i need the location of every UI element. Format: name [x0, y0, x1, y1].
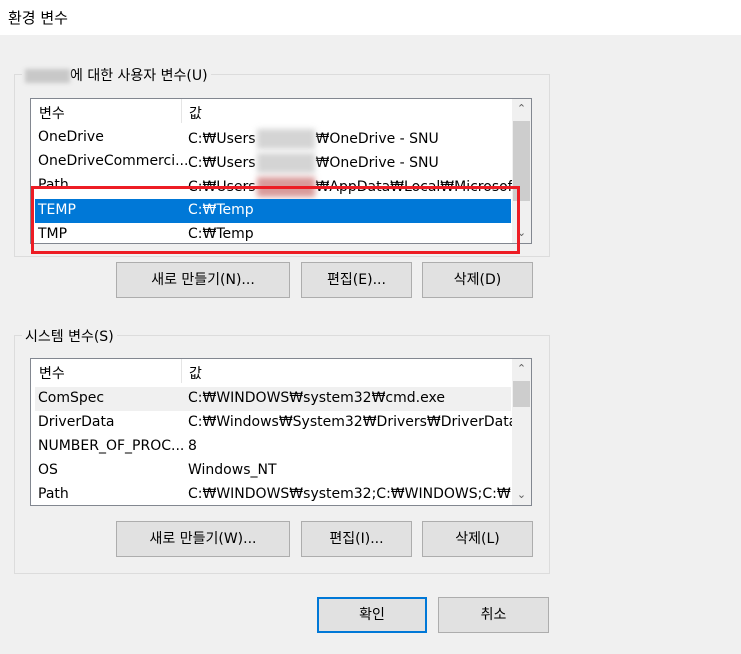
- table-row[interactable]: OneDrive C:₩Users ₩OneDrive - SNU: [35, 126, 511, 150]
- column-header-variable[interactable]: 변수: [39, 103, 65, 123]
- user-variables-list[interactable]: 변수 값 OneDrive C:₩Users ₩OneDrive - SNU One…: [30, 98, 532, 244]
- table-row[interactable]: Path C:₩Users ₩AppData₩Local₩Microsoft...: [35, 174, 531, 198]
- table-row[interactable]: OS Windows_NT: [35, 459, 511, 483]
- table-row[interactable]: ComSpec C:₩WINDOWS₩system32₩cmd.exe: [35, 387, 511, 411]
- table-row[interactable]: NUMBER_OF_PROC... 8: [35, 435, 511, 459]
- blurred-username: [25, 69, 70, 83]
- table-row-selected[interactable]: TEMP C:₩Temp: [35, 199, 511, 223]
- scroll-down-icon[interactable]: ⌄: [512, 485, 531, 505]
- column-header-variable[interactable]: 변수: [39, 363, 65, 383]
- column-header-value[interactable]: 값: [189, 103, 202, 123]
- scrollbar-thumb[interactable]: [513, 381, 530, 407]
- cancel-button[interactable]: 취소: [438, 597, 549, 633]
- user-variables-label: 에 대한 사용자 변수(U): [22, 65, 211, 85]
- system-variables-label: 시스템 변수(S): [22, 326, 117, 346]
- user-edit-button[interactable]: 편집(E)...: [301, 262, 412, 298]
- system-edit-button[interactable]: 편집(I)...: [301, 521, 412, 557]
- table-row[interactable]: TMP C:₩Temp: [35, 223, 511, 243]
- table-row[interactable]: DriverData C:₩Windows₩System32₩Drivers₩Dr…: [35, 411, 517, 435]
- table-row[interactable]: OneDriveCommerci... C:₩Users ₩OneDrive - S…: [35, 150, 511, 174]
- scroll-up-icon[interactable]: ⌃: [512, 359, 531, 379]
- list-header: 변수 값: [31, 359, 511, 383]
- scroll-up-icon[interactable]: ⌃: [512, 99, 531, 119]
- user-new-button[interactable]: 새로 만들기(N)...: [116, 262, 290, 298]
- user-delete-button[interactable]: 삭제(D): [422, 262, 533, 298]
- column-header-value[interactable]: 값: [189, 363, 202, 383]
- scrollbar[interactable]: ⌃ ⌄: [512, 99, 531, 243]
- window-title: 환경 변수: [0, 0, 741, 35]
- list-header: 변수 값: [31, 99, 511, 123]
- scrollbar-thumb[interactable]: [513, 121, 530, 201]
- table-row[interactable]: Path C:₩WINDOWS₩system32;C:₩WINDOWS;C:₩..…: [35, 483, 524, 505]
- scrollbar[interactable]: ⌃ ⌄: [512, 359, 531, 505]
- system-new-button[interactable]: 새로 만들기(W)...: [116, 521, 290, 557]
- system-variables-list[interactable]: 변수 값 ComSpec C:₩WINDOWS₩system32₩cmd.exe …: [30, 358, 532, 506]
- system-delete-button[interactable]: 삭제(L): [422, 521, 533, 557]
- scroll-down-icon[interactable]: ⌄: [512, 223, 531, 243]
- ok-button[interactable]: 확인: [317, 597, 427, 633]
